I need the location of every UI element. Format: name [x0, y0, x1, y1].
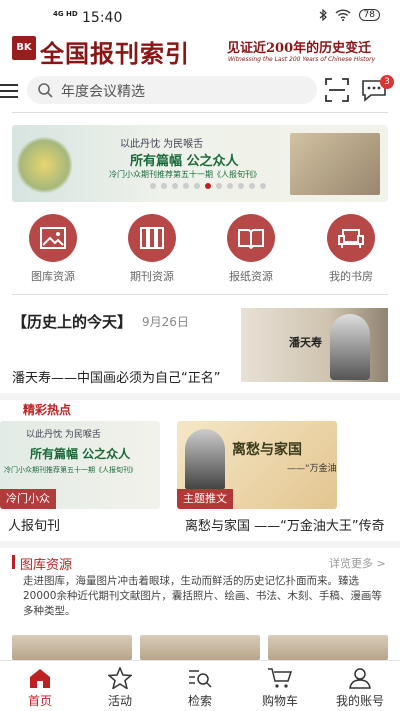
- gallery-thumbnails: [12, 635, 388, 660]
- tab-label: 检索: [187, 694, 212, 708]
- cart-icon: [268, 668, 293, 688]
- journals-icon: [140, 227, 164, 249]
- bottom-tab-bar: 首页 活动 检索 购物车 我的账号: [0, 660, 400, 711]
- network-indicator: 4G HD: [53, 10, 78, 18]
- menu-icon[interactable]: [0, 84, 18, 98]
- divider: [12, 294, 388, 295]
- portrait-image: [185, 429, 225, 489]
- section-gap: [0, 541, 400, 548]
- tab-activities[interactable]: 活动: [85, 667, 155, 709]
- tab-label: 我的账号: [335, 694, 384, 708]
- user-icon: [349, 668, 371, 689]
- banner-line3: 冷门小众期刊推荐第五十一期《人报旬刊》: [109, 170, 261, 179]
- search-list-icon: [189, 670, 212, 688]
- message-badge: 3: [380, 75, 394, 89]
- today-image[interactable]: 潘天寿: [241, 308, 388, 382]
- section-gap: [0, 393, 400, 400]
- today-date: 9月26日: [142, 315, 189, 329]
- tab-cart[interactable]: 购物车: [245, 667, 315, 709]
- category-my-study[interactable]: 我的书房: [316, 214, 386, 284]
- category-label: 我的书房: [329, 270, 373, 283]
- hot-card-1-tag: 冷门小众: [0, 489, 56, 509]
- banner-line1: 以此丹忱 为民喉舌: [120, 139, 204, 150]
- brand-slogan-en: Witnessing the Last 200 Years of Chinese…: [228, 56, 376, 63]
- category-newspapers[interactable]: 报纸资源: [216, 214, 286, 284]
- category-label: 图库资源: [31, 270, 75, 283]
- gallery-thumbnail[interactable]: [268, 635, 388, 660]
- banner-line2: 所有篇幅 公之众人: [130, 154, 239, 169]
- tab-search[interactable]: 检索: [165, 667, 235, 709]
- search-placeholder: 年度会议精选: [61, 84, 145, 100]
- hot-card-1-label[interactable]: 人报旬刊: [8, 515, 60, 534]
- brand-slogan: 见证近200年的历史变迁: [227, 41, 372, 56]
- category-journals[interactable]: 期刊资源: [117, 214, 187, 284]
- status-bar: 4G HD 15:40 78: [0, 0, 400, 34]
- gallery-thumbnail[interactable]: [12, 635, 132, 660]
- brand-name: 全国报刊索引: [40, 39, 190, 68]
- brand-logo-mark: BK: [12, 36, 36, 60]
- portrait-image: [330, 314, 370, 380]
- open-book-icon: [238, 229, 264, 249]
- bluetooth-icon: [319, 9, 327, 21]
- gallery-more-link[interactable]: 详览更多 >: [329, 555, 386, 571]
- hot-card-1-line3: 冷门小众期刊推荐第五十一期《人报旬刊》: [4, 466, 137, 474]
- category-label: 报纸资源: [229, 270, 273, 283]
- promo-banner[interactable]: 以此丹忱 为民喉舌 所有篇幅 公之众人 冷门小众期刊推荐第五十一期《人报旬刊》: [12, 125, 388, 202]
- armchair-icon: [338, 229, 364, 248]
- image-icon: [40, 227, 66, 249]
- tab-label: 购物车: [261, 694, 298, 708]
- wifi-icon: [335, 9, 351, 21]
- divider: [12, 112, 388, 113]
- search-icon: [38, 83, 53, 98]
- star-icon: [108, 667, 132, 689]
- search-bar[interactable]: 年度会议精选: [27, 76, 317, 104]
- hot-card-1-line1: 以此丹忱 为民喉舌: [26, 430, 101, 440]
- gallery-thumbnail[interactable]: [140, 635, 260, 660]
- gallery-section-title: 图库资源: [20, 558, 73, 573]
- hot-card-2-tag: 主题推文: [177, 489, 233, 509]
- banner-pagination: [150, 183, 266, 189]
- hot-card-2[interactable]: 离愁与家国 ——“万金油 主题推文: [177, 421, 337, 509]
- battery-indicator: 78: [358, 9, 380, 21]
- hot-card-2-line1: 离愁与家国: [232, 442, 302, 458]
- hot-card-2-label[interactable]: 离愁与家国 ——“万金油大王”传奇: [185, 515, 385, 534]
- category-image-library[interactable]: 图库资源: [18, 214, 88, 284]
- section-marker: [12, 555, 15, 569]
- banner-books-image: [290, 133, 380, 195]
- tab-label: 首页: [27, 694, 52, 708]
- app-root: 4G HD 15:40 78 BK 全国报刊索引 见证近200年的历史变迁 Wi…: [0, 0, 400, 711]
- today-in-history-title[interactable]: 【历史上的今天】: [12, 311, 132, 332]
- today-subtitle[interactable]: 潘天寿——中国画必须为自己“正名”: [12, 367, 220, 386]
- hot-card-2-line2: ——“万金油: [287, 464, 337, 474]
- tab-home[interactable]: 首页: [5, 667, 75, 709]
- today-image-name: 潘天寿: [289, 336, 322, 349]
- gallery-description: 走进图库，海量图片冲击着眼球，生动而鲜活的历史记忆扑面而来。臻选20000余种近…: [23, 575, 382, 617]
- hot-card-1[interactable]: 以此丹忱 为民喉舌 所有篇幅 公之众人 冷门小众期刊推荐第五十一期《人报旬刊》 …: [0, 421, 160, 509]
- category-label: 期刊资源: [130, 270, 174, 283]
- home-icon: [30, 669, 50, 688]
- status-time: 15:40: [82, 10, 123, 26]
- tab-label: 活动: [107, 694, 132, 708]
- tab-my-account[interactable]: 我的账号: [325, 667, 395, 709]
- hot-section-title: 精彩热点: [23, 403, 72, 417]
- hot-card-1-line2: 所有篇幅 公之众人: [30, 447, 131, 461]
- banner-decoration: [17, 135, 72, 195]
- scan-icon[interactable]: [324, 77, 350, 103]
